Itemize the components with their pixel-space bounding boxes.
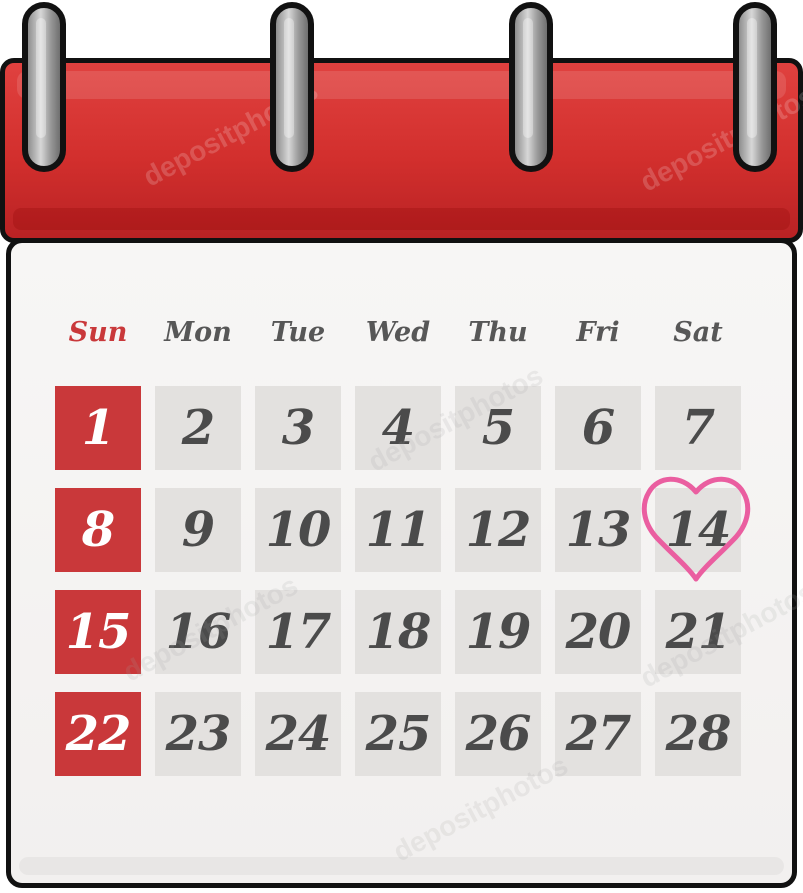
date-cell-7[interactable]: 7 (655, 386, 741, 470)
date-number: 28 (665, 706, 732, 762)
date-cell-23[interactable]: 23 (155, 692, 241, 776)
date-number: 15 (65, 604, 132, 660)
weekday-fri: Fri (576, 317, 620, 348)
date-number: 12 (465, 502, 532, 558)
calendar-illustration: depositphotos depositphotos depositphoto… (0, 0, 803, 893)
date-number: 18 (365, 604, 432, 660)
date-number: 9 (181, 502, 215, 558)
weekday-sat: Sat (673, 317, 723, 348)
date-number: 23 (165, 706, 232, 762)
header-highlight (17, 71, 786, 99)
date-number: 3 (281, 400, 315, 456)
date-number: 7 (681, 400, 715, 456)
date-cell-20[interactable]: 20 (555, 590, 641, 674)
weekday-wed: Wed (365, 317, 431, 348)
date-number: 26 (465, 706, 532, 762)
date-number: 5 (481, 400, 515, 456)
date-number: 25 (365, 706, 432, 762)
page-bottom-shadow (19, 857, 784, 875)
binding-ring-3 (509, 2, 553, 172)
date-cell-21[interactable]: 21 (655, 590, 741, 674)
binding-ring-1 (22, 2, 66, 172)
weekday-thu: Thu (468, 317, 528, 348)
weekday-sun: Sun (68, 317, 128, 348)
date-cell-25[interactable]: 25 (355, 692, 441, 776)
calendar-header (0, 58, 803, 243)
date-cell-5[interactable]: 5 (455, 386, 541, 470)
header-shadow (13, 208, 790, 230)
date-cell-8[interactable]: 8 (55, 488, 141, 572)
date-cell-14[interactable]: 14 (655, 488, 741, 572)
date-cell-26[interactable]: 26 (455, 692, 541, 776)
date-cell-1[interactable]: 1 (55, 386, 141, 470)
date-cell-10[interactable]: 10 (255, 488, 341, 572)
date-cell-3[interactable]: 3 (255, 386, 341, 470)
date-cell-9[interactable]: 9 (155, 488, 241, 572)
date-number: 17 (265, 604, 332, 660)
date-number: 10 (265, 502, 332, 558)
date-number: 20 (565, 604, 632, 660)
date-cell-12[interactable]: 12 (455, 488, 541, 572)
binding-ring-2 (270, 2, 314, 172)
date-number: 24 (265, 706, 332, 762)
date-cell-22[interactable]: 22 (55, 692, 141, 776)
weekday-mon: Mon (164, 317, 232, 348)
date-number: 11 (365, 502, 432, 558)
date-number: 27 (565, 706, 632, 762)
date-cell-19[interactable]: 19 (455, 590, 541, 674)
date-cell-2[interactable]: 2 (155, 386, 241, 470)
date-number: 16 (165, 604, 232, 660)
date-number: 6 (581, 400, 615, 456)
date-number: 21 (665, 604, 732, 660)
date-number: 19 (465, 604, 532, 660)
date-number: 1 (81, 400, 115, 456)
date-number: 4 (381, 400, 415, 456)
date-cell-18[interactable]: 18 (355, 590, 441, 674)
date-cell-15[interactable]: 15 (55, 590, 141, 674)
date-number: 13 (565, 502, 632, 558)
date-cell-27[interactable]: 27 (555, 692, 641, 776)
date-cell-4[interactable]: 4 (355, 386, 441, 470)
date-cell-13[interactable]: 13 (555, 488, 641, 572)
date-cell-6[interactable]: 6 (555, 386, 641, 470)
date-cell-17[interactable]: 17 (255, 590, 341, 674)
date-cell-16[interactable]: 16 (155, 590, 241, 674)
binding-ring-4 (733, 2, 777, 172)
date-cell-11[interactable]: 11 (355, 488, 441, 572)
weekday-tue: Tue (270, 317, 326, 348)
date-number: 14 (665, 502, 732, 558)
date-cell-28[interactable]: 28 (655, 692, 741, 776)
date-cell-24[interactable]: 24 (255, 692, 341, 776)
date-number: 22 (65, 706, 132, 762)
date-number: 8 (81, 502, 115, 558)
date-number: 2 (181, 400, 215, 456)
